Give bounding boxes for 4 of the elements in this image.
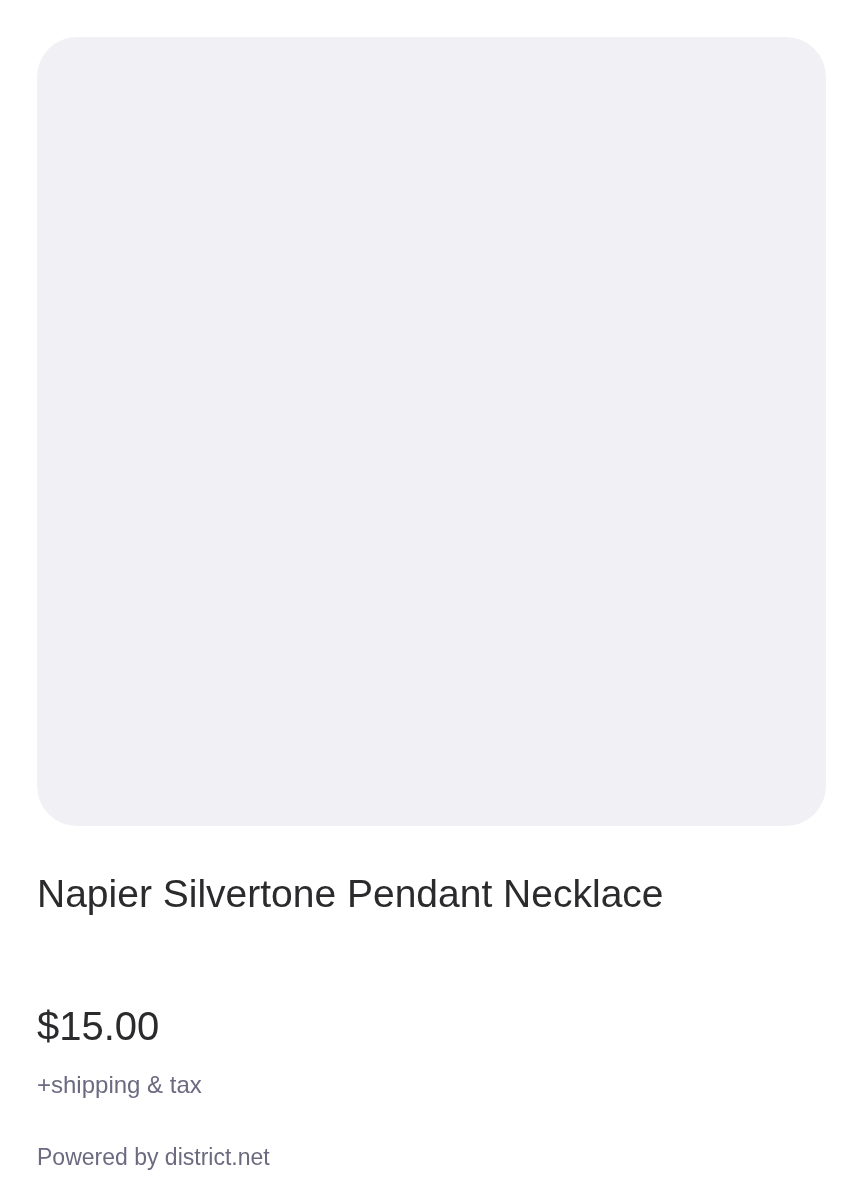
product-title: Napier Silvertone Pendant Necklace: [37, 871, 665, 917]
shipping-note: +shipping & tax: [37, 1070, 203, 1100]
powered-by-text: Powered by district.net: [37, 1143, 271, 1172]
product-price: $15.00: [37, 1003, 161, 1050]
